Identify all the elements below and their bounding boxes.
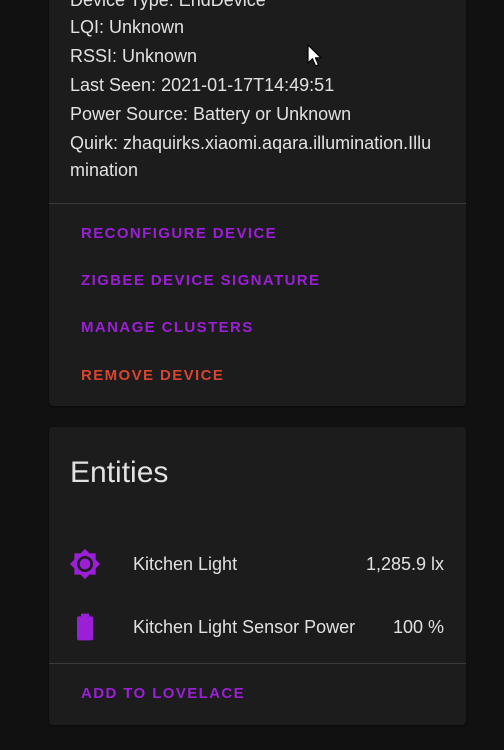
add-to-lovelace-button[interactable]: ADD TO LOVELACE xyxy=(81,684,245,704)
entity-row-kitchen-light-sensor-power[interactable]: Kitchen Light Sensor Power 100 % xyxy=(49,606,466,646)
entity-state: 100 % xyxy=(392,617,444,637)
lqi-text: LQI: Unknown xyxy=(70,17,185,37)
brightness-icon xyxy=(69,548,101,580)
manage-clusters-button[interactable]: MANAGE CLUSTERS xyxy=(81,318,254,338)
rssi-text: RSSI: Unknown xyxy=(70,46,198,66)
last-seen-text: Last Seen: 2021-01-17T14:49:51 xyxy=(70,75,335,95)
device-type-text: Device Type: EndDevice xyxy=(70,0,266,10)
entity-row-kitchen-light[interactable]: Kitchen Light 1,285.9 lx xyxy=(49,543,466,583)
battery-icon xyxy=(77,613,93,641)
quirk-text-continued: mination xyxy=(70,160,139,180)
actions-divider xyxy=(49,203,466,204)
entities-title: Entities xyxy=(70,456,169,489)
mouse-cursor-icon xyxy=(307,44,322,67)
entity-name: Kitchen Light Sensor Power xyxy=(133,617,356,637)
reconfigure-device-button[interactable]: RECONFIGURE DEVICE xyxy=(81,224,277,244)
entity-state: 1,285.9 lx xyxy=(365,554,444,574)
device-info-card: Device Type: EndDevice LQI: Unknown RSSI… xyxy=(49,0,466,406)
entities-card: Entities Kitchen Light 1,285.9 lx Kitche… xyxy=(49,427,466,725)
entity-name: Kitchen Light xyxy=(133,554,238,574)
quirk-text: Quirk: zhaquirks.xiaomi.aqara.illuminati… xyxy=(70,133,432,153)
power-source-text: Power Source: Battery or Unknown xyxy=(70,104,352,124)
remove-device-button[interactable]: REMOVE DEVICE xyxy=(81,366,224,386)
zigbee-device-signature-button[interactable]: ZIGBEE DEVICE SIGNATURE xyxy=(81,271,320,291)
entities-divider xyxy=(49,663,466,664)
